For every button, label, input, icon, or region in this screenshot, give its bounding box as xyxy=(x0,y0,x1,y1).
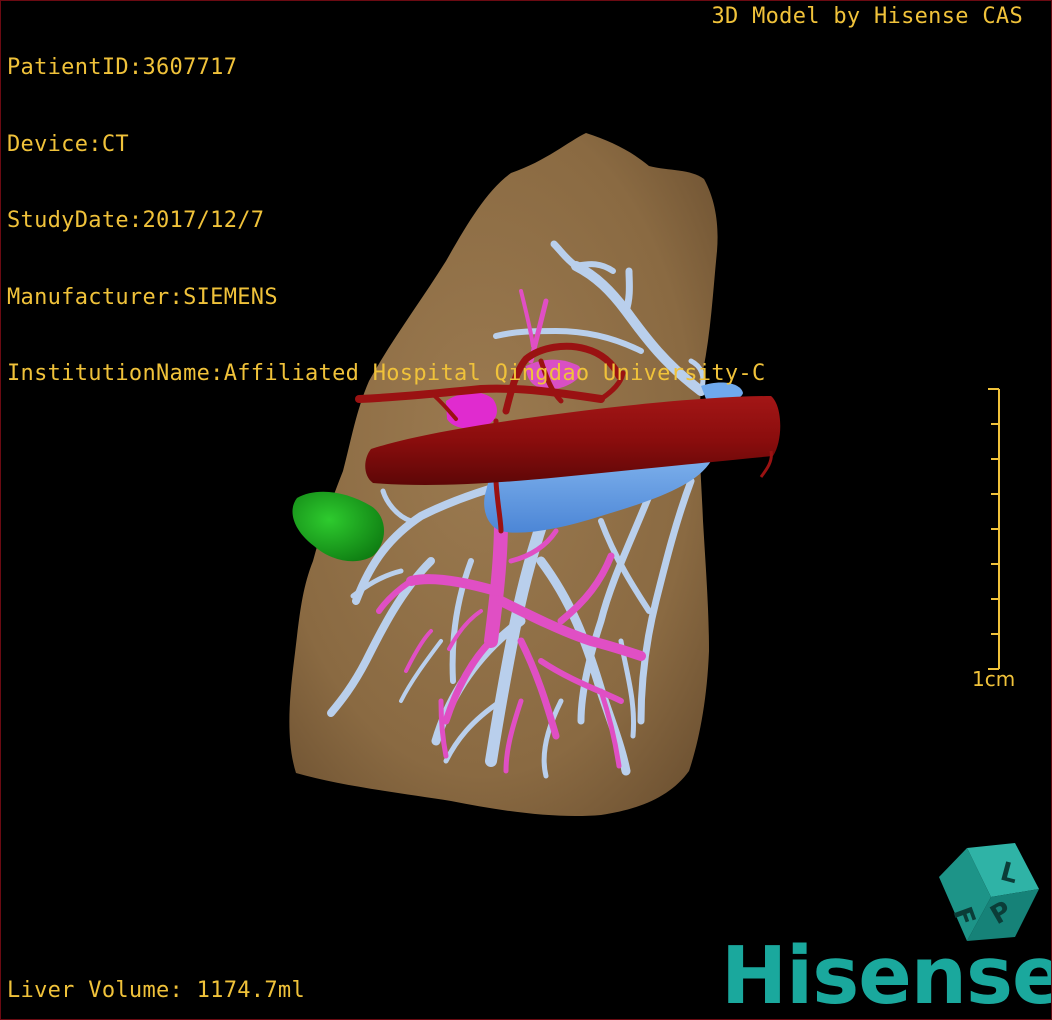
dicom-info-panel: PatientID:3607717 Device:CT StudyDate:20… xyxy=(7,4,766,438)
liver-volume-readout: Liver Volume: 1174.7ml xyxy=(7,978,305,1003)
device-label: Device:CT xyxy=(7,131,129,157)
model-credit: 3D Model by Hisense CAS xyxy=(711,4,1023,29)
institution-name: InstitutionName:Affiliated Hospital Qing… xyxy=(7,361,766,386)
scale-bar-label: 1cm xyxy=(972,667,1016,691)
study-date: StudyDate:2017/12/7 xyxy=(7,208,265,233)
manufacturer-label: Manufacturer:SIEMENS xyxy=(7,284,278,310)
3d-viewport[interactable]: PatientID:3607717 Device:CT StudyDate:20… xyxy=(0,0,1052,1020)
hisense-logo: Hisense xyxy=(721,930,1052,1020)
patient-id: PatientID:3607717 xyxy=(7,55,238,80)
